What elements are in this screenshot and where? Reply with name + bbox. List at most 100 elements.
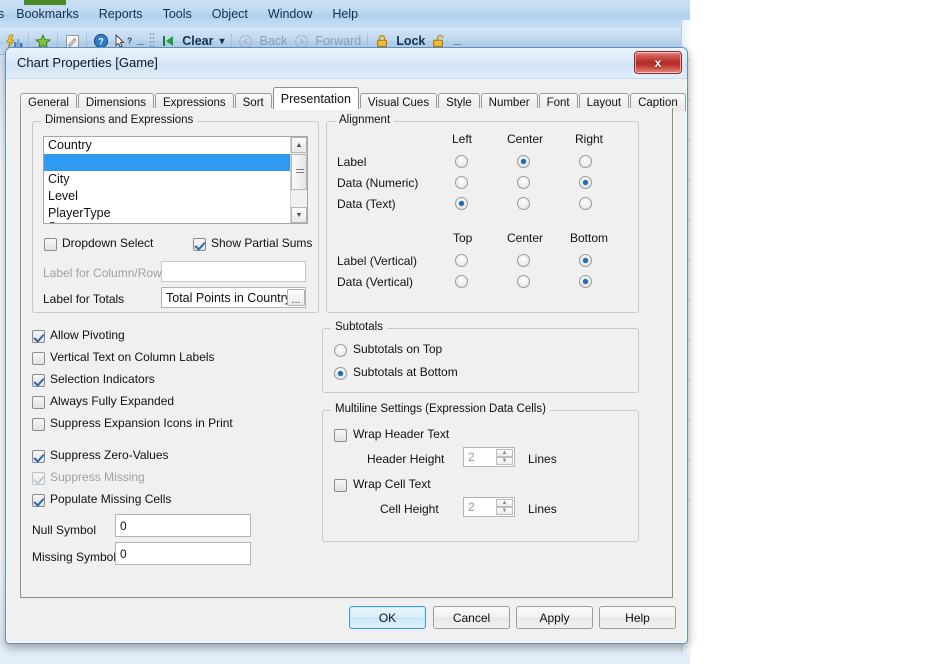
header-height-value: 2 — [468, 450, 475, 464]
align-data-text-left-radio[interactable] — [455, 197, 468, 210]
subtotals-on-top-label: Subtotals on Top — [353, 342, 443, 356]
list-item-selected[interactable] — [44, 154, 307, 171]
show-partial-sums-label: Show Partial Sums — [211, 236, 313, 250]
header-height-units: Lines — [528, 452, 557, 466]
vertical-text-on-column-labels-label: Vertical Text on Column Labels — [50, 350, 215, 364]
selection-indicators-checkbox[interactable] — [32, 374, 45, 387]
header-height-decrement-icon[interactable]: ▼ — [496, 457, 513, 465]
alignment-header-left: Left — [452, 132, 473, 146]
menu-item-object[interactable]: Object — [202, 5, 258, 23]
dialog-button-bar: OK Cancel Apply Help — [6, 601, 687, 641]
tab-presentation[interactable]: Presentation — [272, 87, 359, 109]
suppress-expansion-icons-in-print-checkbox[interactable] — [32, 418, 45, 431]
menu-item-bookmarks[interactable]: Bookmarks — [6, 5, 89, 23]
svg-text:?: ? — [127, 35, 132, 45]
always-fully-expanded-checkbox[interactable] — [32, 396, 45, 409]
menu-list: s Bookmarks Reports Tools Object Window … — [0, 0, 690, 28]
align-label-left-radio[interactable] — [455, 155, 468, 168]
suppress-zero-values-checkbox[interactable] — [32, 450, 45, 463]
header-height-stepper[interactable]: 2 ▲ ▼ — [463, 447, 515, 467]
alignment-header-vcenter: Center — [507, 231, 544, 245]
label-for-column-row-input[interactable] — [161, 261, 306, 282]
close-icon[interactable]: x — [634, 51, 682, 74]
alignment-row-label-label: Label — [337, 155, 367, 169]
align-data-text-center-radio[interactable] — [517, 197, 530, 210]
lock-button-label[interactable]: Lock — [393, 34, 428, 48]
align-data-vertical-bottom-radio[interactable] — [579, 275, 592, 288]
ok-button[interactable]: OK — [349, 606, 426, 629]
menu-item-window[interactable]: Window — [258, 5, 322, 23]
align-data-numeric-left-radio[interactable] — [455, 176, 468, 189]
dialog-title-bar[interactable]: Chart Properties [Game] x — [6, 48, 687, 79]
show-partial-sums-checkbox[interactable] — [193, 238, 206, 251]
clear-button-label[interactable]: Clear — [179, 34, 216, 48]
alignment-row-data-numeric-label: Data (Numeric) — [337, 176, 419, 190]
align-label-vertical-top-radio[interactable] — [455, 254, 468, 267]
populate-missing-cells-checkbox[interactable] — [32, 494, 45, 507]
menu-item-tools[interactable]: Tools — [153, 5, 202, 23]
label-for-totals-browse-button[interactable]: ... — [287, 289, 305, 306]
scroll-down-icon[interactable]: ▼ — [291, 207, 307, 223]
clear-dropdown-caret[interactable]: ▾ — [217, 36, 228, 47]
align-label-right-radio[interactable] — [579, 155, 592, 168]
suppress-missing-checkbox — [32, 472, 45, 485]
align-label-vertical-center-radio[interactable] — [517, 254, 530, 267]
alignment-group: Alignment Left Center Right Label Data (… — [326, 114, 639, 313]
missing-symbol-input[interactable]: 0 — [115, 542, 251, 565]
wrap-cell-text-checkbox[interactable] — [334, 479, 347, 492]
align-label-vertical-bottom-radio[interactable] — [579, 254, 592, 267]
dimensions-list-scrollbar[interactable]: ▲ ▼ — [290, 137, 307, 223]
dropdown-select-checkbox[interactable] — [44, 238, 57, 251]
list-item[interactable]: City — [44, 171, 307, 188]
null-symbol-input[interactable]: 0 — [115, 514, 251, 537]
header-height-increment-icon[interactable]: ▲ — [496, 449, 513, 457]
subtotals-at-bottom-label: Subtotals at Bottom — [353, 365, 458, 379]
help-button[interactable]: Help — [599, 606, 676, 629]
presentation-tab-panel: Dimensions and Expressions Country City … — [20, 108, 673, 598]
scroll-up-icon[interactable]: ▲ — [291, 137, 307, 153]
alignment-row-data-text-label: Data (Text) — [337, 197, 396, 211]
suppress-expansion-icons-in-print-label: Suppress Expansion Icons in Print — [50, 416, 233, 430]
alignment-row-label-vertical-label: Label (Vertical) — [337, 254, 418, 268]
align-data-numeric-right-radio[interactable] — [579, 176, 592, 189]
suppress-missing-label: Suppress Missing — [50, 470, 145, 484]
subtotals-group: Subtotals Subtotals on Top Subtotals at … — [322, 321, 639, 393]
cell-height-increment-icon[interactable]: ▲ — [496, 499, 513, 507]
scrollbar-grip — [296, 169, 304, 175]
alignment-row-data-vertical-label: Data (Vertical) — [337, 275, 414, 289]
align-data-text-right-radio[interactable] — [579, 197, 592, 210]
align-data-vertical-center-radio[interactable] — [517, 275, 530, 288]
selection-indicators-label: Selection Indicators — [50, 372, 155, 386]
label-for-totals-input[interactable]: Total Points in Country — [161, 287, 306, 308]
subtotals-at-bottom-radio[interactable] — [334, 367, 347, 380]
subtotals-on-top-radio[interactable] — [334, 344, 347, 357]
list-item[interactable]: PlayerType — [44, 205, 307, 222]
cancel-button[interactable]: Cancel — [433, 606, 510, 629]
apply-button[interactable]: Apply — [516, 606, 593, 629]
dialog-body: General Dimensions Expressions Sort Pres… — [6, 78, 687, 643]
back-button-label: Back — [259, 34, 288, 48]
align-data-vertical-top-radio[interactable] — [455, 275, 468, 288]
wrap-cell-text-label: Wrap Cell Text — [353, 477, 431, 491]
wrap-header-text-checkbox[interactable] — [334, 429, 347, 442]
scrollbar-thumb[interactable] — [291, 154, 307, 190]
null-symbol-label: Null Symbol — [32, 523, 97, 537]
dimensions-and-expressions-group: Dimensions and Expressions Country City … — [32, 114, 319, 313]
list-item[interactable]: Country — [44, 137, 307, 154]
align-data-numeric-center-radio[interactable] — [517, 176, 530, 189]
align-label-center-radio[interactable] — [517, 155, 530, 168]
dimensions-list[interactable]: Country City Level PlayerType Score ▲ ▼ — [43, 136, 308, 224]
menu-item-help[interactable]: Help — [322, 5, 368, 23]
menu-item-reports[interactable]: Reports — [89, 5, 153, 23]
alignment-header-bottom: Bottom — [570, 231, 609, 245]
list-item[interactable]: Level — [44, 188, 307, 205]
allow-pivoting-checkbox[interactable] — [32, 330, 45, 343]
cell-height-decrement-icon[interactable]: ▼ — [496, 507, 513, 515]
cell-height-units: Lines — [528, 502, 557, 516]
subtotals-group-title: Subtotals — [331, 321, 387, 333]
cell-height-stepper[interactable]: 2 ▲ ▼ — [463, 497, 515, 517]
list-item-partial[interactable]: Score — [44, 222, 307, 223]
cell-height-value: 2 — [468, 500, 475, 514]
vertical-text-on-column-labels-checkbox[interactable] — [32, 352, 45, 365]
label-for-column-row-label: Label for Column/Row — [43, 266, 162, 280]
